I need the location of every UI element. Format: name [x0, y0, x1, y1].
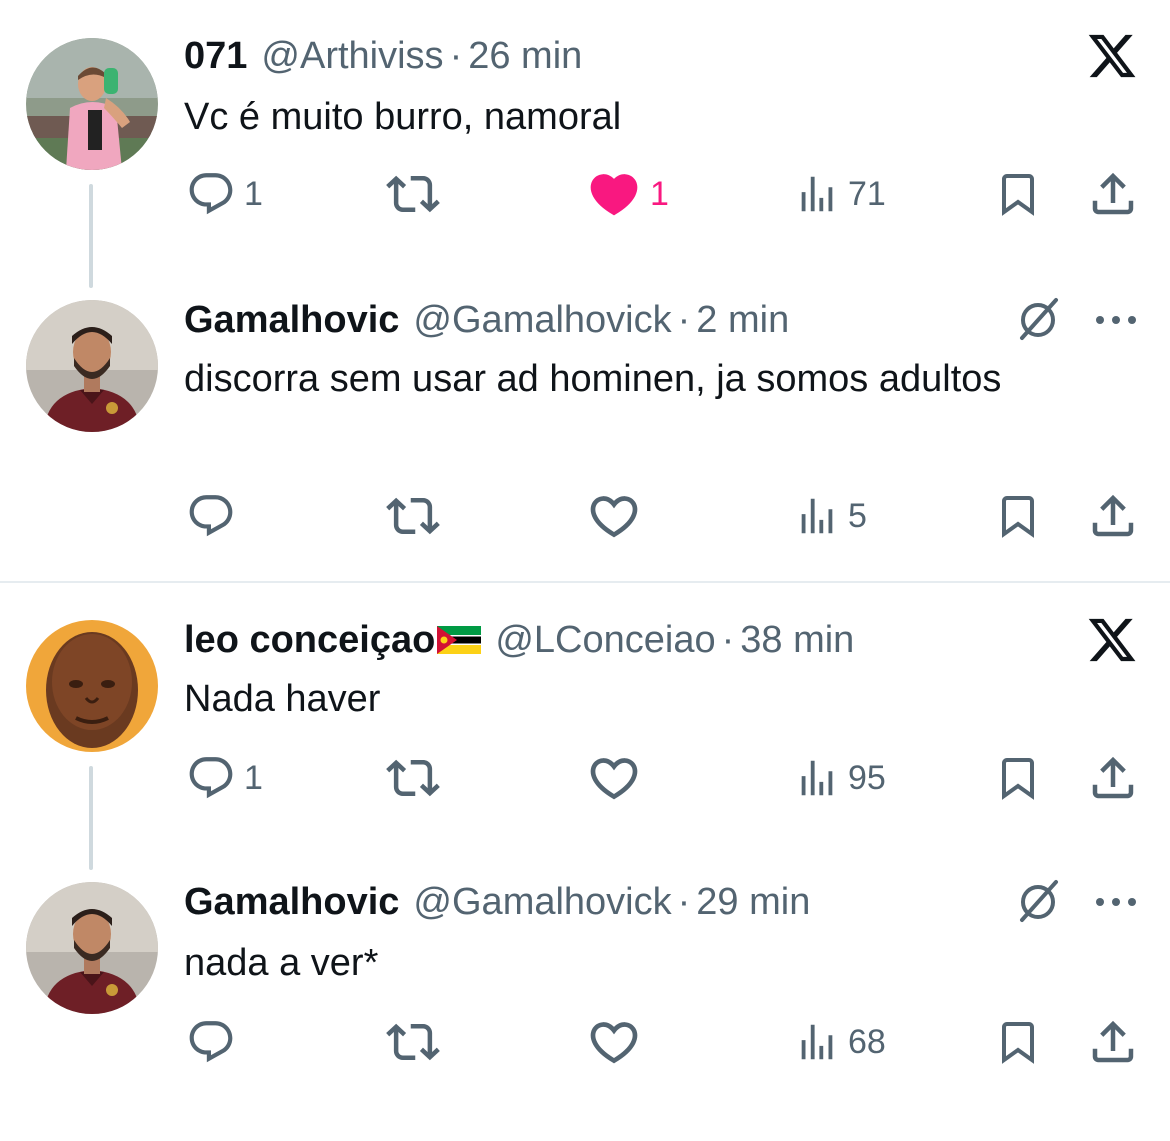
avatar-image	[26, 300, 158, 432]
reply-icon	[186, 169, 236, 219]
thread-line	[89, 184, 93, 288]
bookmark-icon	[994, 1016, 1042, 1068]
reply-icon	[186, 1017, 236, 1067]
reply-button[interactable]: 1	[186, 752, 263, 804]
avatar[interactable]	[26, 620, 158, 752]
like-button[interactable]	[586, 1016, 642, 1068]
avatar[interactable]	[26, 300, 158, 432]
views-button[interactable]: 71	[794, 168, 886, 220]
views-icon	[794, 753, 840, 803]
share-button[interactable]	[1086, 1016, 1140, 1068]
view-count: 95	[848, 759, 886, 797]
display-name[interactable]: 071	[184, 32, 247, 80]
x-logo-icon	[1084, 614, 1140, 666]
views-icon	[794, 1017, 840, 1067]
share-icon	[1086, 751, 1140, 805]
reply-button[interactable]	[186, 1016, 244, 1068]
tweet-text: Nada haver	[184, 678, 381, 720]
views-icon	[794, 169, 840, 219]
views-button[interactable]: 68	[794, 1016, 886, 1068]
avatar-image	[26, 882, 158, 1014]
bookmark-button[interactable]	[994, 490, 1042, 542]
bookmark-icon	[994, 490, 1042, 542]
reply-button[interactable]: 1	[186, 168, 263, 220]
tweet-text: nada a ver*	[184, 942, 379, 984]
views-button[interactable]: 5	[794, 490, 867, 542]
avatar[interactable]	[26, 38, 158, 170]
retweet-button[interactable]	[386, 752, 440, 804]
share-icon	[1086, 167, 1140, 221]
views-button[interactable]: 95	[794, 752, 886, 804]
separator-dot: ·	[449, 35, 463, 77]
x-logo-icon	[1084, 30, 1140, 82]
view-count: 68	[848, 1023, 886, 1061]
share-button[interactable]	[1086, 490, 1140, 542]
separator-dot: ·	[677, 299, 691, 341]
heart-icon	[586, 166, 642, 222]
user-handle[interactable]: @Gamalhovick	[413, 878, 671, 926]
reply-count: 1	[244, 175, 263, 213]
separator-dot: ·	[721, 619, 735, 661]
share-button[interactable]	[1086, 168, 1140, 220]
separator-dot: ·	[677, 881, 691, 923]
like-button[interactable]: 1	[586, 168, 669, 220]
bookmark-button[interactable]	[994, 752, 1042, 804]
bookmark-button[interactable]	[994, 1016, 1042, 1068]
bookmark-icon	[994, 168, 1042, 220]
mute-icon	[1012, 876, 1064, 928]
retweet-button[interactable]	[386, 490, 440, 542]
display-name[interactable]: Gamalhovic	[184, 296, 399, 344]
user-handle[interactable]: @LConceiao	[495, 616, 715, 664]
mute-icon	[1012, 294, 1064, 346]
views-icon	[794, 491, 840, 541]
user-handle[interactable]: @Arthiviss	[261, 32, 443, 80]
more-icon[interactable]	[1093, 895, 1139, 909]
timestamp[interactable]: 26 min	[468, 32, 582, 80]
share-icon	[1086, 489, 1140, 543]
tweet-text: discorra sem usar ad hominen, ja somos a…	[184, 358, 1002, 400]
share-icon	[1086, 1015, 1140, 1069]
tweet-header: 071 @Arthiviss · 26 min	[184, 32, 582, 80]
mozambique-flag-icon	[437, 626, 482, 654]
avatar[interactable]	[26, 882, 158, 1014]
share-button[interactable]	[1086, 752, 1140, 804]
retweet-button[interactable]	[386, 168, 440, 220]
user-handle[interactable]: @Gamalhovick	[413, 296, 671, 344]
tweet-header: Gamalhovic @Gamalhovick · 29 min	[184, 878, 810, 926]
retweet-button[interactable]	[386, 1016, 440, 1068]
reply-button[interactable]	[186, 490, 244, 542]
view-count: 71	[848, 175, 886, 213]
avatar-image	[26, 38, 158, 170]
tweet-header: leo conceiçao @LConceiao · 38 min	[184, 616, 854, 664]
reply-count: 1	[244, 759, 263, 797]
reply-icon	[186, 753, 236, 803]
retweet-icon	[386, 1015, 440, 1069]
heart-icon	[586, 1014, 642, 1070]
bookmark-icon	[994, 752, 1042, 804]
timestamp[interactable]: 38 min	[740, 616, 854, 664]
retweet-icon	[386, 489, 440, 543]
heart-icon	[586, 488, 642, 544]
view-count: 5	[848, 497, 867, 535]
like-button[interactable]	[586, 752, 642, 804]
reply-icon	[186, 491, 236, 541]
heart-icon	[586, 750, 642, 806]
more-icon[interactable]	[1093, 313, 1139, 327]
avatar-image	[26, 620, 158, 752]
tweet-header: Gamalhovic @Gamalhovick · 2 min	[184, 296, 789, 344]
thread-line	[89, 766, 93, 870]
retweet-icon	[386, 167, 440, 221]
timestamp[interactable]: 2 min	[696, 296, 789, 344]
like-button[interactable]	[586, 490, 642, 542]
display-name[interactable]: Gamalhovic	[184, 878, 399, 926]
tweet-text: Vc é muito burro, namoral	[184, 96, 622, 138]
thread-divider	[0, 581, 1170, 583]
timestamp[interactable]: 29 min	[696, 878, 810, 926]
retweet-icon	[386, 751, 440, 805]
bookmark-button[interactable]	[994, 168, 1042, 220]
like-count: 1	[650, 175, 669, 213]
display-name[interactable]: leo conceiçao	[184, 616, 435, 664]
